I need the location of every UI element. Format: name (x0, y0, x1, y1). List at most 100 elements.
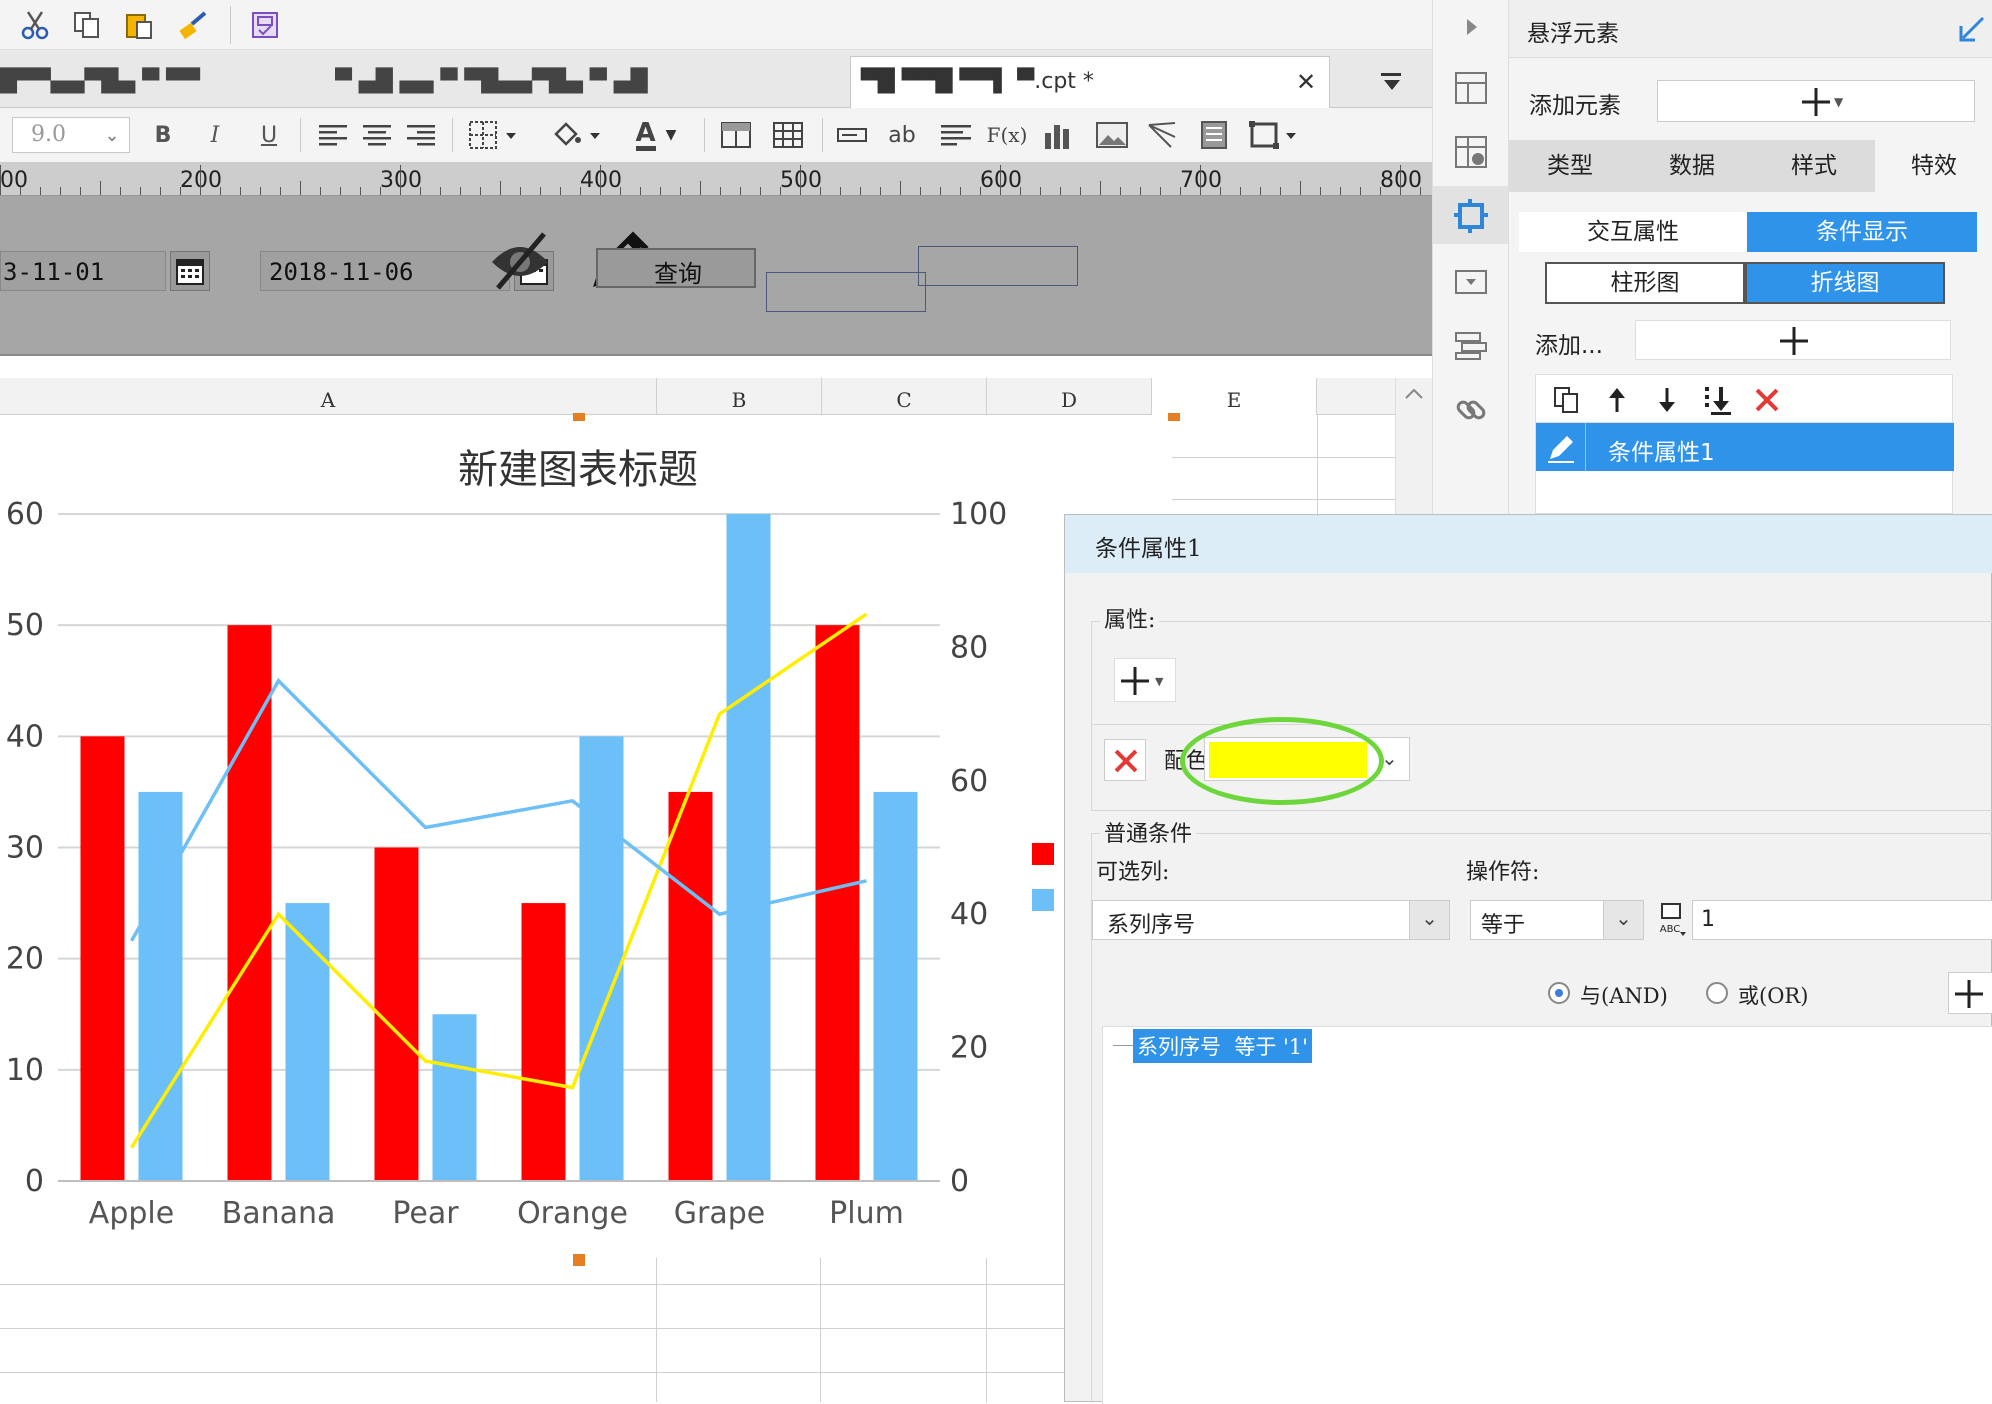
condition-dialog: 条件属性1 属性: ▼ 配色 ⌄ 普通条件 可选列: 操作符: 系列序号 ⌄ 等… (1064, 514, 1992, 1404)
paste-icon[interactable] (122, 8, 156, 42)
ruler-tick (20, 187, 21, 195)
insert-image-icon[interactable] (1094, 118, 1130, 152)
calendar-icon[interactable] (170, 251, 210, 291)
tab-item[interactable]: █▀▀▄▄▀█▄ ▀ ▀▀ (0, 56, 330, 108)
subtab-condition-display[interactable]: 条件显示 (1747, 212, 1977, 252)
scroll-up-icon[interactable] (1400, 382, 1428, 406)
formula-button[interactable]: F(x) (986, 118, 1028, 152)
arrow-down-icon[interactable] (1650, 383, 1684, 417)
delete-icon[interactable] (1750, 383, 1784, 417)
template-icon[interactable] (248, 8, 282, 42)
text-tool-button[interactable]: ab (884, 118, 920, 152)
tab-item[interactable]: ▀ ▄█ ▄▄ ▀ ▀█▄▄▀█▄ ▀ ▄█ (335, 56, 855, 108)
parameter-icon[interactable] (1451, 326, 1491, 366)
hidden-eye-icon[interactable] (486, 226, 554, 294)
link-icon[interactable] (1451, 390, 1491, 430)
add-condition-button[interactable] (1635, 320, 1951, 360)
chart[interactable]: 新建图表标题 0 10 20 30 40 50 60 0 20 40 60 80 100 Apple Ba… (0, 421, 1064, 1255)
ruler-label: 400 (580, 168, 622, 193)
condition-value-input[interactable]: 1 (1692, 900, 1992, 940)
ruler-tick (1320, 187, 1321, 195)
align-right-icon[interactable] (404, 118, 438, 152)
tab-type[interactable]: 类型 (1509, 140, 1631, 192)
float-element-icon[interactable] (1451, 196, 1491, 236)
column-header-a[interactable]: A (0, 378, 657, 415)
selection-handle[interactable] (573, 1254, 585, 1266)
border-icon[interactable] (466, 118, 520, 152)
start-date-input[interactable]: 3-11-01 (0, 251, 166, 291)
add-condition-button[interactable] (1948, 972, 1992, 1014)
condition-list-item[interactable]: 条件属性1 (1536, 423, 1954, 471)
align-center-icon[interactable] (360, 118, 394, 152)
value-type-icon[interactable]: ABC (1650, 900, 1690, 940)
empty-widget[interactable] (918, 246, 1078, 286)
empty-widget[interactable] (766, 272, 926, 312)
chevron-down-icon[interactable]: ⌄ (1409, 901, 1449, 939)
text-field-icon[interactable] (834, 118, 870, 152)
y-right-tick-label: 60 (950, 764, 988, 799)
bar (80, 736, 125, 1181)
fill-color-icon[interactable] (548, 118, 604, 152)
italic-button[interactable]: I (200, 118, 230, 152)
close-tab-icon[interactable]: ✕ (1291, 67, 1321, 97)
copy-icon[interactable] (70, 8, 104, 42)
end-date-input[interactable]: 2018-11-06 (260, 251, 510, 291)
bold-button[interactable]: B (148, 118, 178, 152)
edit-icon[interactable] (1536, 423, 1586, 471)
insert-slash-icon[interactable] (1144, 118, 1180, 152)
chevron-down-icon[interactable]: ⌄ (99, 122, 125, 148)
subtab-interaction[interactable]: 交互属性 (1519, 212, 1747, 252)
or-radio[interactable]: 或(OR) (1706, 976, 1846, 1012)
query-button[interactable]: 查询 (596, 248, 756, 288)
selection-handle[interactable] (1168, 413, 1180, 421)
text-color-icon[interactable]: A ▼ (626, 116, 686, 154)
ruler-tick (620, 187, 621, 195)
ruler-tick (160, 187, 161, 195)
condition-tree-item[interactable]: 系列序号 等于 '1' (1133, 1029, 1312, 1063)
format-painter-icon[interactable] (176, 8, 210, 42)
collapse-arrow-icon[interactable] (1457, 12, 1487, 42)
dock-arrow-icon[interactable] (1955, 12, 1989, 46)
tab-item-active[interactable]: ▀█ ▀▀█ ▀▀▌ ▀.cpt * ✕ (850, 56, 1330, 108)
add-property-button[interactable]: ▼ (1114, 658, 1176, 702)
tab-effects[interactable]: 特效 (1875, 140, 1992, 192)
tab-menu-icon[interactable] (1374, 66, 1408, 100)
sub-report-icon[interactable] (1196, 118, 1232, 152)
column-select[interactable]: 系列序号 ⌄ (1092, 900, 1450, 940)
arrow-up-icon[interactable] (1600, 383, 1634, 417)
tab-data[interactable]: 数据 (1631, 140, 1753, 192)
font-size-input[interactable]: 9.0 ⌄ (12, 117, 130, 153)
selection-handle[interactable] (573, 413, 585, 421)
merge-cells-icon[interactable] (718, 118, 754, 152)
split-cells-icon[interactable] (770, 118, 806, 152)
ruler: 00 200 300 400 500 600 700 800 (0, 162, 1432, 196)
tab-style[interactable]: 样式 (1753, 140, 1875, 192)
cut-icon[interactable] (18, 8, 52, 42)
chart-tab-line[interactable]: 折线图 (1745, 262, 1945, 304)
bar (227, 625, 272, 1181)
move-bottom-icon[interactable] (1700, 383, 1734, 417)
operator-select[interactable]: 等于 ⌄ (1470, 900, 1644, 940)
start-date-value: 3-11-01 (3, 258, 105, 286)
chart-tab-bar[interactable]: 柱形图 (1545, 262, 1745, 304)
column-header-e[interactable]: E (1152, 378, 1317, 415)
panel-header: 悬浮元素 (1509, 0, 1992, 58)
align-left-icon[interactable] (316, 118, 350, 152)
paragraph-icon[interactable] (938, 118, 974, 152)
insert-chart-icon[interactable] (1040, 118, 1076, 152)
column-header-c[interactable]: C (822, 378, 987, 415)
column-header-d[interactable]: D (987, 378, 1152, 415)
cell-element-icon[interactable] (1451, 132, 1491, 172)
add-element-button[interactable]: ▼ (1657, 80, 1975, 122)
ruler-tick (1040, 187, 1041, 195)
delete-property-button[interactable] (1104, 739, 1146, 781)
chevron-down-icon[interactable]: ⌄ (1603, 901, 1643, 939)
vertical-scrollbar[interactable] (1395, 378, 1432, 518)
underline-button[interactable]: U (254, 118, 284, 152)
copy-icon[interactable] (1550, 383, 1584, 417)
and-radio[interactable]: 与(AND) (1548, 976, 1698, 1012)
cell-border-icon[interactable] (1246, 118, 1302, 152)
column-header-b[interactable]: B (657, 378, 822, 415)
cell-attribute-icon[interactable] (1451, 68, 1491, 108)
widget-icon[interactable] (1451, 262, 1491, 302)
